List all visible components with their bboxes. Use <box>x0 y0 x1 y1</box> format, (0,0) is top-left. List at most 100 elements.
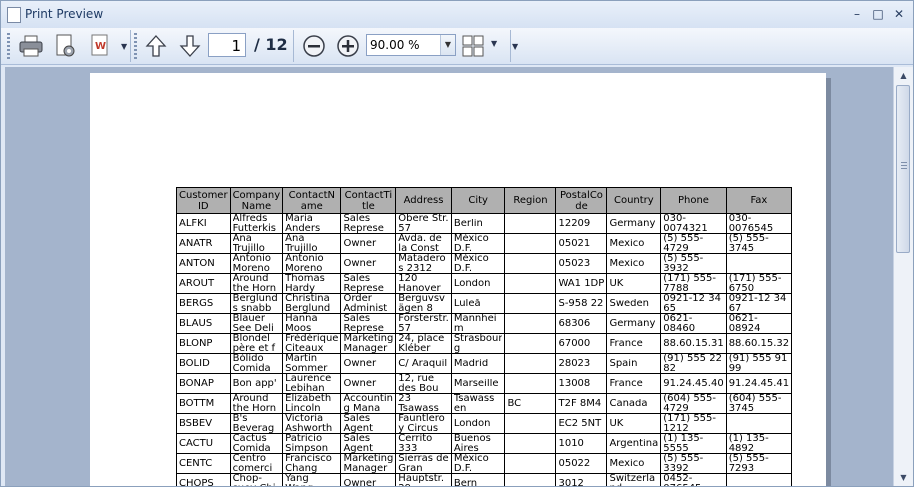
cell-text: Canada <box>609 398 648 409</box>
cell-text: Bon app' <box>232 378 277 389</box>
scroll-thumb[interactable] <box>896 85 910 253</box>
cell-text: Laurence Lebihan <box>285 374 332 393</box>
export-button[interactable]: W <box>86 32 114 60</box>
table-cell <box>725 413 793 434</box>
multiple-pages-button[interactable] <box>459 32 487 60</box>
table-cell: 24, place Kléber <box>395 333 452 354</box>
cell-text: B's Beverag <box>232 414 275 433</box>
table-cell: CHOPS <box>176 473 231 486</box>
page-sheet: Customer ID Company Name ContactN ame Co… <box>90 73 826 486</box>
cell-text: Yang Wang <box>285 474 313 487</box>
cell-text: Forsterstr. 57 <box>398 314 449 333</box>
table-cell: Canada <box>606 393 662 414</box>
table-cell: BLONP <box>176 333 231 354</box>
table-cell: BSBEV <box>176 413 231 434</box>
table-cell: Matadero s 2312 <box>395 253 452 274</box>
table-cell: Francisco Chang <box>282 453 342 474</box>
cell-text: 91.24.45.40 <box>663 378 724 389</box>
cell-text: Germany <box>609 218 656 229</box>
cell-text: 120 Hanover <box>398 274 441 293</box>
page-setup-button[interactable] <box>51 32 79 60</box>
table-cell: London <box>450 273 506 294</box>
cell-text: BONAP <box>179 378 214 389</box>
table-cell: Martín Sommer <box>282 353 342 374</box>
cell-text: Berguvsv ägen 8 <box>398 294 445 313</box>
cell-text: Cerrito 333 <box>398 434 433 453</box>
table-cell: UK <box>606 273 662 294</box>
table-cell: ANATR <box>176 233 231 254</box>
cell-text: 05022 <box>558 458 591 469</box>
column-header: PostalCo de <box>555 187 608 214</box>
table-cell: Owner <box>340 473 397 486</box>
table-cell: Yang Wang <box>282 473 342 487</box>
close-icon[interactable]: ✕ <box>888 4 910 24</box>
toolbar-separator-3 <box>510 30 511 62</box>
table-cell: Marketing Manager <box>340 333 397 354</box>
current-page-input[interactable]: 1 <box>208 33 246 57</box>
toolbar-grip-2[interactable] <box>134 33 137 59</box>
cell-text: 88.60.15.31 <box>663 338 724 349</box>
zoom-select[interactable]: 90.00 % ▼ <box>366 34 456 56</box>
table-cell: Elizabeth Lincoln <box>282 393 342 414</box>
table-cell: Mannhei m <box>450 313 506 334</box>
cell-text: EC2 5NT <box>558 418 602 429</box>
table-body: ALFKI Alfreds Futterkis Maria Anders Sales … <box>176 213 793 487</box>
chevron-down-icon[interactable]: ▼ <box>440 35 455 55</box>
cell-text: Sierras de Gran <box>398 454 449 473</box>
maximize-icon[interactable]: □ <box>867 4 889 24</box>
table-row: BLAUS Blauer See Deli Hanna Moos Sales Repr… <box>176 313 793 334</box>
toolbar-grip[interactable] <box>7 33 10 59</box>
table-cell: Sales Agent <box>340 413 397 434</box>
table-cell: EC2 5NT <box>555 413 608 434</box>
cell-text: Berglund s snabb <box>232 294 278 313</box>
cell-text: (5) 555-3745 <box>728 234 769 253</box>
cell-text: Thomas Hardy <box>285 274 325 293</box>
table-cell: Thomas Hardy <box>282 273 342 294</box>
cell-text: ANTON <box>179 258 215 269</box>
scroll-down-icon[interactable]: ▼ <box>894 469 913 486</box>
zoom-in-button[interactable] <box>334 32 362 60</box>
toolbar-overflow-icon-2[interactable]: ▼ <box>512 42 518 51</box>
table-cell: 0621-08924 <box>725 313 793 334</box>
table-cell: London <box>450 413 506 434</box>
cell-text: Mexico <box>609 258 645 269</box>
table-cell: (5) 555-3932 <box>660 253 727 274</box>
table-cell: Christina Berglund <box>282 293 342 314</box>
table-cell: 0621-08460 <box>660 313 727 334</box>
cell-text: 0452-076545 <box>663 474 701 487</box>
cell-text: 12, rue des Bou <box>398 374 439 393</box>
table-cell: (5) 555-7293 <box>725 453 793 474</box>
next-page-button[interactable] <box>176 32 204 60</box>
cell-text: 91.24.45.41 <box>728 378 790 389</box>
cell-text: Cactus Comida <box>232 434 271 453</box>
cell-text: Owner <box>343 378 377 389</box>
zoom-out-button[interactable] <box>300 32 328 60</box>
cell-text: (91) 555 22 82 <box>663 354 722 373</box>
cell-text: Germany <box>609 318 656 329</box>
multiple-pages-dropdown-icon[interactable]: ▼ <box>491 39 497 48</box>
cell-text: 3012 <box>558 478 584 487</box>
scroll-up-icon[interactable]: ▲ <box>894 67 913 84</box>
minimize-icon[interactable]: – <box>846 4 868 24</box>
print-button[interactable] <box>17 32 45 60</box>
vertical-scrollbar[interactable]: ▲ ▼ <box>893 67 913 486</box>
table-cell <box>504 253 557 274</box>
toolbar-overflow-icon[interactable]: ▼ <box>121 42 127 51</box>
table-cell: 05022 <box>555 453 608 474</box>
cell-text: Order Administ <box>343 294 388 313</box>
cell-text: Bólido Comida <box>232 354 271 373</box>
table-cell: UK <box>606 413 662 434</box>
table-cell: Mexico <box>606 453 662 474</box>
table-cell <box>504 473 557 486</box>
cell-text: Francisco Chang <box>285 454 332 473</box>
cell-text: Accountin g Mana <box>343 394 393 413</box>
preview-area[interactable]: Customer ID Company Name ContactN ame Co… <box>5 67 893 486</box>
table-cell: 3012 <box>555 473 608 487</box>
cell-text: Sales Represe <box>343 274 384 293</box>
cell-text: France <box>609 378 643 389</box>
cell-text: Antonio Moreno <box>232 254 272 273</box>
print-preview-window: Print Preview – □ ✕ W ▼ 1 / 12 90.00 % ▼… <box>0 0 914 487</box>
column-header: City <box>450 187 506 214</box>
previous-page-button[interactable] <box>142 32 170 60</box>
cell-text: Sweden <box>609 298 649 309</box>
